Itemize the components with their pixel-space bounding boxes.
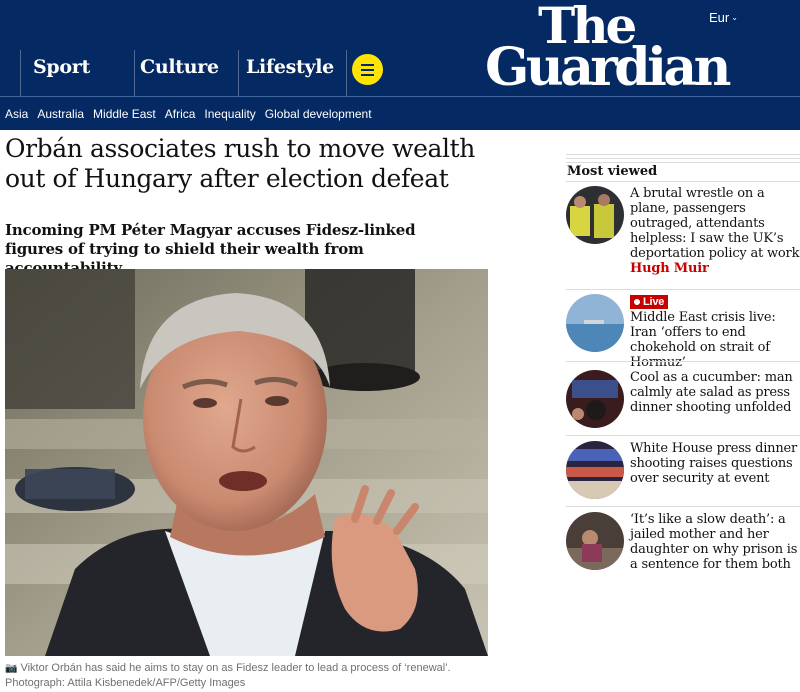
subnav-item-africa[interactable]: Africa bbox=[165, 107, 196, 121]
nav-pillar-culture[interactable]: Culture bbox=[140, 56, 219, 78]
divider bbox=[566, 158, 800, 159]
subnav-item-australia[interactable]: Australia bbox=[37, 107, 84, 121]
most-viewed-text: Live Middle East crisis live: Iran ‘offe… bbox=[630, 294, 800, 370]
most-viewed-headline: ‘It’s like a slow death’: a jailed mothe… bbox=[630, 512, 798, 572]
divider bbox=[566, 289, 800, 290]
live-badge: Live bbox=[630, 295, 669, 309]
edition-label: Eur bbox=[709, 10, 730, 25]
most-viewed-text: Cool as a cucumber: man calmly ate salad… bbox=[630, 370, 800, 415]
nav-divider bbox=[346, 50, 347, 96]
photo-caption: 📷 Viktor Orbán has said he aims to stay o… bbox=[5, 661, 485, 691]
subnav-item-inequality[interactable]: Inequality bbox=[204, 107, 255, 121]
photo-caption-text: Viktor Orbán has said he aims to stay on… bbox=[5, 662, 451, 689]
most-viewed-text: A brutal wrestle on a plane, passengers … bbox=[630, 186, 800, 276]
nav-pillar-sport[interactable]: Sport bbox=[33, 56, 90, 78]
most-viewed-thumbnail bbox=[566, 186, 624, 244]
divider bbox=[566, 506, 800, 507]
nav-divider bbox=[134, 50, 135, 96]
chevron-down-icon: ⌄ bbox=[731, 13, 738, 22]
most-viewed-headline: A brutal wrestle on a plane, passengers … bbox=[630, 186, 800, 261]
most-viewed-headline: White House press dinner shooting raises… bbox=[630, 441, 798, 486]
most-viewed-thumbnail bbox=[566, 441, 624, 499]
most-viewed-text: White House press dinner shooting raises… bbox=[630, 441, 800, 486]
article-main-photo bbox=[5, 269, 488, 656]
hamburger-icon[interactable] bbox=[352, 54, 383, 85]
most-viewed-thumbnail bbox=[566, 294, 624, 352]
live-dot-icon bbox=[634, 299, 640, 305]
most-viewed-text: ‘It’s like a slow death’: a jailed mothe… bbox=[630, 512, 800, 572]
nav-divider bbox=[20, 50, 21, 96]
divider bbox=[566, 435, 800, 436]
live-badge-label: Live bbox=[643, 296, 665, 308]
nav-pillar-lifestyle[interactable]: Lifestyle bbox=[246, 56, 334, 78]
most-viewed-thumbnail bbox=[566, 512, 624, 570]
subnav-item-asia[interactable]: Asia bbox=[5, 107, 28, 121]
camera-icon: 📷 bbox=[5, 663, 18, 674]
article-headline: Orbán associates rush to move wealth out… bbox=[5, 134, 475, 193]
edition-selector[interactable]: Eur ⌄ bbox=[709, 10, 738, 25]
divider bbox=[566, 162, 800, 163]
most-viewed-thumbnail bbox=[566, 370, 624, 428]
subnav-item-global-development[interactable]: Global development bbox=[265, 107, 372, 121]
divider bbox=[566, 181, 800, 182]
sub-navigation: Asia Australia Middle East Africa Inequa… bbox=[0, 96, 800, 130]
divider bbox=[566, 154, 800, 155]
most-viewed-headline: Cool as a cucumber: man calmly ate salad… bbox=[630, 370, 793, 415]
divider bbox=[566, 361, 800, 362]
subnav-item-middle-east[interactable]: Middle East bbox=[93, 107, 156, 121]
masthead: Sport Culture Lifestyle Eur ⌄ The Guardia… bbox=[0, 0, 800, 96]
logo-guardian[interactable]: Guardian bbox=[485, 42, 731, 94]
most-viewed-title: Most viewed bbox=[567, 164, 658, 179]
most-viewed-author: Hugh Muir bbox=[630, 261, 709, 276]
orban-portrait-illustration bbox=[5, 269, 488, 656]
nav-divider bbox=[238, 50, 239, 96]
